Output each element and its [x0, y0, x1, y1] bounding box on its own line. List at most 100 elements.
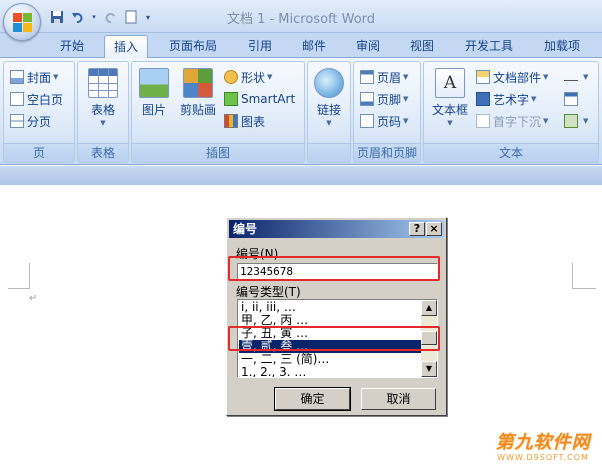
- group-pages: 封面 ▼ 空白页 分页 页: [3, 61, 75, 163]
- group-illustrations: 图片 剪贴画 形状 ▼ SmartArt 图表 插图: [131, 61, 305, 163]
- drop-cap-icon: [476, 114, 490, 128]
- group-tables: 表格 ▼ 表格: [77, 61, 129, 163]
- close-button[interactable]: ×: [426, 222, 442, 236]
- ribbon: 封面 ▼ 空白页 分页 页 表格 ▼ 表格 图片 剪贴画 形状 ▼ SmartA…: [0, 57, 602, 165]
- group-label-pages: 页: [4, 143, 74, 162]
- scroll-down-icon[interactable]: ▼: [421, 361, 437, 377]
- ok-button[interactable]: 确定: [274, 387, 351, 411]
- chart-label: 图表: [241, 114, 266, 129]
- signature-line-icon: [564, 70, 578, 84]
- footer-label: 页脚: [377, 92, 402, 107]
- number-dialog: 编号 ? × 编号(N) 12345678 编号类型(T) i, ii, iii…: [226, 217, 447, 416]
- page-number-label: 页码: [377, 114, 402, 129]
- footer-button[interactable]: 页脚 ▼: [360, 89, 408, 109]
- tab-mailings[interactable]: 邮件: [292, 35, 336, 57]
- wordart-label: 艺术字: [493, 92, 530, 107]
- signature-line-button[interactable]: ▼: [564, 67, 588, 87]
- list-item[interactable]: 1., 2., 3. …: [239, 366, 421, 377]
- tab-page-layout[interactable]: 页面布局: [160, 35, 226, 57]
- title-bar: ▾ ▾ 文档 1 - Microsoft Word: [0, 0, 602, 33]
- paragraph-mark-icon: ↵: [29, 293, 38, 304]
- chart-icon: [224, 114, 238, 128]
- group-text: A 文本框 ▼ 文档部件 ▼ 艺术字 ▼ 首字下沉 ▼ ▼ ▼ 文本: [423, 61, 599, 163]
- smartart-button[interactable]: SmartArt: [224, 89, 295, 109]
- picture-label: 图片: [141, 103, 166, 117]
- cover-page-button[interactable]: 封面 ▼: [10, 67, 58, 87]
- links-button[interactable]: 链接 ▼: [311, 68, 347, 127]
- picture-button[interactable]: 图片: [136, 68, 172, 118]
- help-button[interactable]: ?: [409, 222, 425, 236]
- page-break-button[interactable]: 分页: [10, 111, 51, 131]
- shapes-label: 形状: [241, 70, 266, 85]
- blank-page-button[interactable]: 空白页: [10, 89, 63, 109]
- clip-art-icon: [183, 68, 213, 98]
- tab-add-ins[interactable]: 加载项: [534, 35, 590, 57]
- quick-parts-label: 文档部件: [493, 70, 542, 85]
- group-label-links: [308, 143, 350, 162]
- tab-developer[interactable]: 开发工具: [456, 35, 522, 57]
- office-button[interactable]: [3, 3, 41, 41]
- group-label-header-footer: 页眉和页脚: [354, 143, 420, 162]
- tab-home[interactable]: 开始: [50, 35, 94, 57]
- blank-page-label: 空白页: [27, 92, 64, 107]
- header-button[interactable]: 页眉 ▼: [360, 67, 408, 87]
- page-break-label: 分页: [27, 114, 52, 129]
- cover-page-label: 封面: [27, 70, 52, 85]
- object-icon: [564, 114, 578, 128]
- crop-mark-left: [8, 263, 30, 289]
- tab-view[interactable]: 视图: [400, 35, 444, 57]
- watermark-logo: 第九软件网 WWW.D9SOFT.COM: [487, 428, 599, 470]
- text-box-button[interactable]: A 文本框 ▼: [428, 68, 472, 127]
- number-type-label: 编号类型(T): [236, 285, 301, 299]
- office-logo-icon: [13, 13, 33, 33]
- smartart-icon: [224, 92, 238, 106]
- document-background: [0, 166, 602, 185]
- date-time-button[interactable]: [564, 89, 581, 109]
- list-item[interactable]: i, ii, iii, …: [239, 301, 421, 314]
- drop-cap-button[interactable]: 首字下沉 ▼: [476, 111, 548, 131]
- shapes-button[interactable]: 形状 ▼: [224, 67, 272, 87]
- group-links: 链接 ▼: [307, 61, 351, 163]
- table-button[interactable]: 表格 ▼: [82, 68, 124, 127]
- text-box-label: 文本框: [431, 103, 468, 117]
- watermark-url: WWW.D9SOFT.COM: [497, 453, 589, 462]
- crop-mark-right: [572, 263, 596, 289]
- page-number-button[interactable]: 页码 ▼: [360, 111, 408, 131]
- drop-cap-label: 首字下沉: [493, 114, 542, 129]
- group-header-footer: 页眉 ▼ 页脚 ▼ 页码 ▼ 页眉和页脚: [353, 61, 421, 163]
- header-label: 页眉: [377, 70, 402, 85]
- text-box-icon: A: [435, 68, 465, 98]
- footer-icon: [360, 92, 374, 106]
- table-icon: [88, 68, 118, 98]
- ribbon-tabs: 开始 插入 页面布局 引用 邮件 审阅 视图 开发工具 加载项: [0, 33, 602, 58]
- table-label: 表格: [90, 103, 115, 117]
- page-number-icon: [360, 114, 374, 128]
- header-icon: [360, 70, 374, 84]
- group-label-illustrations: 插图: [132, 143, 304, 162]
- cancel-button[interactable]: 取消: [361, 388, 436, 410]
- smartart-label: SmartArt: [241, 92, 296, 106]
- watermark-title: 第九软件网: [495, 432, 591, 453]
- page-break-icon: [10, 114, 24, 128]
- list-item[interactable]: 一, 二, 三 (简)…: [239, 353, 421, 366]
- calendar-icon: [564, 92, 578, 106]
- tab-insert[interactable]: 插入: [104, 35, 148, 58]
- wordart-icon: [476, 92, 490, 106]
- group-label-tables: 表格: [78, 143, 128, 162]
- tab-review[interactable]: 审阅: [346, 35, 390, 57]
- shapes-icon: [224, 70, 238, 84]
- chart-button[interactable]: 图表: [224, 111, 265, 131]
- picture-icon: [139, 68, 169, 98]
- cover-page-icon: [10, 70, 24, 84]
- window-title: 文档 1 - Microsoft Word: [226, 12, 376, 27]
- wordart-button[interactable]: 艺术字 ▼: [476, 89, 536, 109]
- links-label: 链接: [316, 103, 341, 117]
- quick-parts-icon: [476, 70, 490, 84]
- link-globe-icon: [314, 68, 344, 98]
- clip-art-button[interactable]: 剪贴画: [176, 68, 220, 118]
- insert-object-button[interactable]: ▼: [564, 111, 588, 131]
- scroll-up-icon[interactable]: ▲: [421, 300, 437, 316]
- clip-art-label: 剪贴画: [179, 103, 216, 117]
- quick-parts-button[interactable]: 文档部件 ▼: [476, 67, 548, 87]
- tab-references[interactable]: 引用: [238, 35, 282, 57]
